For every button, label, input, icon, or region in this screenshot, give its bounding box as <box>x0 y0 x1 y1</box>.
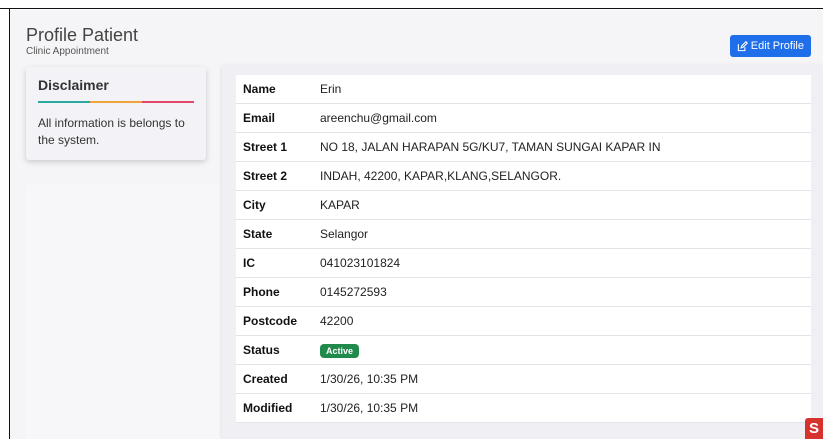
edit-profile-button[interactable]: Edit Profile <box>729 35 811 57</box>
profile-label: Created <box>243 372 288 386</box>
profile-row-modified: Modified 1/30/26, 10:35 PM <box>236 394 811 423</box>
corner-logo-icon[interactable]: S <box>805 418 823 439</box>
profile-row-postcode: Postcode 42200 <box>236 307 811 336</box>
profile-row-street-1: Street 1 NO 18, JALAN HARAPAN 5G/KU7, TAM… <box>236 133 811 162</box>
disclaimer-title: Disclaimer <box>38 77 109 93</box>
profile-value: Erin <box>320 82 342 96</box>
color-bar-segment-pink <box>142 101 194 103</box>
profile-value: INDAH, 42200, KAPAR,KLANG,SELANGOR. <box>320 169 562 183</box>
page-title: Profile Patient <box>26 25 139 45</box>
profile-card: Name Erin Email areenchu@gmail.com Street 1 N… <box>222 65 823 439</box>
profile-row-name: Name Erin <box>236 75 811 104</box>
profile-value: areenchu@gmail.com <box>320 111 437 125</box>
profile-value: Selangor <box>320 227 369 241</box>
profile-label: Street 1 <box>243 140 288 154</box>
profile-label: State <box>243 227 273 241</box>
disclaimer-color-bar <box>38 101 194 103</box>
profile-row-status: Status Active <box>236 336 811 365</box>
profile-row-street-2: Street 2 INDAH, 42200, KAPAR,KLANG,SELANG… <box>236 162 811 191</box>
profile-value: 041023101824 <box>320 256 401 270</box>
profile-label: Status <box>243 343 280 357</box>
profile-row-state: State Selangor <box>236 220 811 249</box>
page-subtitle: Clinic Appointment <box>26 46 109 57</box>
profile-table: Name Erin Email areenchu@gmail.com Street 1 N… <box>236 75 811 423</box>
profile-row-created: Created 1/30/26, 10:35 PM <box>236 365 811 394</box>
profile-value: 42200 <box>320 314 354 328</box>
status-badge: Active <box>320 343 360 358</box>
profile-label: IC <box>243 256 255 270</box>
edit-profile-label: Edit Profile <box>750 40 804 52</box>
sidebar-shade <box>26 185 226 439</box>
profile-value: 1/30/26, 10:35 PM <box>320 401 419 415</box>
color-bar-segment-teal <box>38 101 90 103</box>
profile-row-city: City KAPAR <box>236 191 811 220</box>
disclaimer-card: Disclaimer All information is belongs to… <box>26 67 206 160</box>
profile-value: NO 18, JALAN HARAPAN 5G/KU7, TAMAN SUNGA… <box>320 140 661 154</box>
profile-row-ic: IC 041023101824 <box>236 249 811 278</box>
profile-label: Postcode <box>243 314 298 328</box>
page-header: Profile Patient Clinic Appointment <box>26 25 138 57</box>
profile-value: KAPAR <box>320 198 360 212</box>
color-bar-segment-orange <box>90 101 142 103</box>
profile-label: Phone <box>243 285 280 299</box>
profile-label: Modified <box>243 401 293 415</box>
edit-icon <box>737 40 748 51</box>
disclaimer-text: All information is belongs to the system… <box>38 116 185 147</box>
profile-row-phone: Phone 0145272593 <box>236 278 811 307</box>
profile-label: City <box>243 198 266 212</box>
profile-value: Active <box>320 343 811 358</box>
profile-label: Name <box>243 82 276 96</box>
profile-row-email: Email areenchu@gmail.com <box>236 104 811 133</box>
profile-value: 1/30/26, 10:35 PM <box>320 372 419 386</box>
window-top-edge <box>0 0 823 9</box>
profile-label: Email <box>243 111 276 125</box>
profile-label: Street 2 <box>243 169 288 183</box>
profile-value: 0145272593 <box>320 285 387 299</box>
